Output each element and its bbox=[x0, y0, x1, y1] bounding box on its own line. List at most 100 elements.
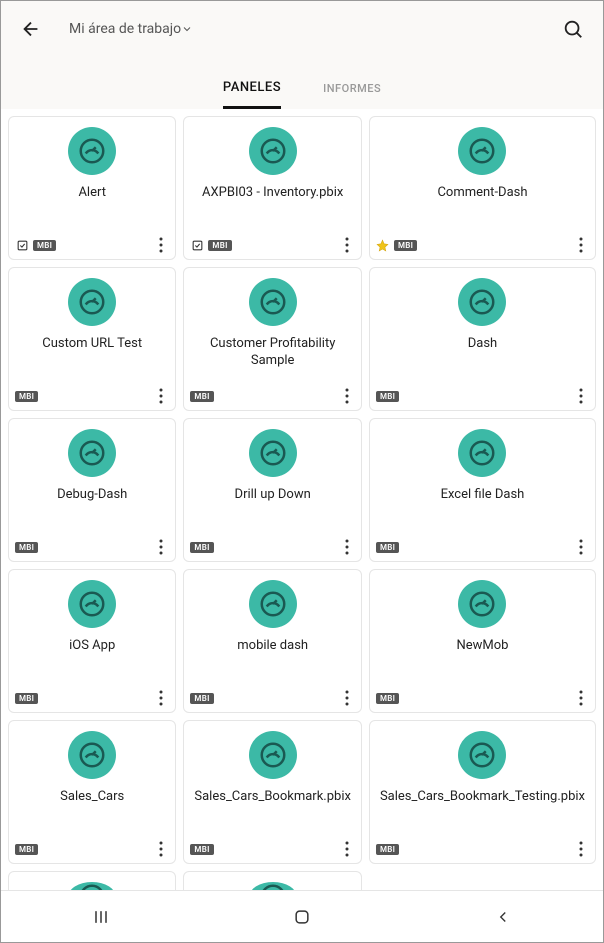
gauge-icon-graphic bbox=[77, 740, 107, 770]
card-footer: MBI bbox=[15, 537, 169, 557]
card-title: NewMob bbox=[452, 638, 512, 655]
tab-informes[interactable]: INFORMES bbox=[323, 82, 381, 109]
search-icon bbox=[562, 18, 584, 40]
more-button[interactable] bbox=[573, 235, 589, 255]
recents-nav-button[interactable] bbox=[81, 897, 121, 937]
dashboard-card[interactable]: Customer Profitability Sample MBI bbox=[183, 267, 362, 411]
dashboard-card[interactable]: Custom URL Test MBI bbox=[8, 267, 176, 411]
more-button[interactable] bbox=[573, 537, 589, 557]
workspace-dropdown[interactable]: Mi área de trabajo bbox=[69, 21, 559, 37]
dashboard-card[interactable]: Alert MBI bbox=[8, 116, 176, 260]
favorite-star bbox=[376, 238, 390, 252]
gauge-icon bbox=[249, 127, 297, 175]
back-button[interactable] bbox=[17, 15, 45, 43]
more-button[interactable] bbox=[573, 839, 589, 859]
dashboard-card[interactable]: Sales_Cars MBI bbox=[8, 720, 176, 864]
more-button[interactable] bbox=[573, 688, 589, 708]
dashboard-card[interactable]: Debug-Dash MBI bbox=[8, 418, 176, 562]
gauge-icon-graphic bbox=[467, 287, 497, 317]
more-button[interactable] bbox=[339, 537, 355, 557]
gauge-icon-graphic bbox=[467, 438, 497, 468]
card-footer: MBI bbox=[190, 386, 355, 406]
sensitivity-badge bbox=[190, 238, 204, 252]
mbi-badge: MBI bbox=[15, 391, 38, 402]
more-button[interactable] bbox=[339, 688, 355, 708]
dashboard-card[interactable]: Sales_Cars_Bookmark.pbix MBI bbox=[183, 720, 362, 864]
dashboard-card[interactable]: iOS App MBI bbox=[8, 569, 176, 713]
mbi-badge: MBI bbox=[15, 693, 38, 704]
more-button[interactable] bbox=[153, 386, 169, 406]
gauge-icon-graphic bbox=[467, 136, 497, 166]
more-icon bbox=[345, 539, 349, 555]
gauge-icon-graphic bbox=[258, 136, 288, 166]
card-badges: MBI bbox=[15, 542, 38, 553]
more-icon bbox=[345, 388, 349, 404]
mbi-badge: MBI bbox=[376, 693, 399, 704]
home-nav-button[interactable] bbox=[282, 897, 322, 937]
mbi-badge: MBI bbox=[15, 844, 38, 855]
more-button[interactable] bbox=[153, 537, 169, 557]
gauge-icon bbox=[249, 429, 297, 477]
more-button[interactable] bbox=[339, 386, 355, 406]
dashboard-card[interactable]: mobile dash MBI bbox=[183, 569, 362, 713]
sensitivity-icon bbox=[16, 239, 29, 252]
home-icon bbox=[292, 907, 312, 927]
dashboard-card[interactable]: NewMob MBI bbox=[369, 569, 596, 713]
tab-paneles[interactable]: PANELES bbox=[223, 80, 281, 109]
mbi-badge: MBI bbox=[376, 844, 399, 855]
gauge-icon-graphic bbox=[77, 589, 107, 619]
card-badges: MBI bbox=[376, 391, 399, 402]
dashboard-card[interactable]: Excel file Dash MBI bbox=[369, 418, 596, 562]
more-icon bbox=[159, 690, 163, 706]
gauge-icon-graphic bbox=[77, 136, 107, 166]
card-badges: MBI bbox=[190, 844, 213, 855]
dashboard-card-partial[interactable] bbox=[8, 871, 176, 890]
more-icon bbox=[159, 237, 163, 253]
tabs-bar: PANELES INFORMES bbox=[1, 57, 603, 109]
gauge-icon-graphic bbox=[467, 589, 497, 619]
more-button[interactable] bbox=[339, 839, 355, 859]
gauge-icon-graphic bbox=[77, 882, 107, 890]
card-badges: MBI bbox=[15, 844, 38, 855]
card-badges: MBI bbox=[15, 693, 38, 704]
gauge-icon-graphic bbox=[77, 438, 107, 468]
card-title: Sales_Cars_Bookmark_Testing.pbix bbox=[376, 789, 589, 806]
card-badges: MBI bbox=[190, 693, 213, 704]
card-footer: MBI bbox=[190, 688, 355, 708]
more-button[interactable] bbox=[153, 839, 169, 859]
gauge-icon bbox=[458, 278, 506, 326]
gauge-icon-graphic bbox=[77, 287, 107, 317]
search-button[interactable] bbox=[559, 15, 587, 43]
dashboard-card-partial[interactable] bbox=[183, 871, 362, 890]
dashboard-card[interactable]: Comment-Dash MBI bbox=[369, 116, 596, 260]
more-button[interactable] bbox=[339, 235, 355, 255]
gauge-icon bbox=[68, 429, 116, 477]
system-nav-bar bbox=[1, 890, 603, 942]
dashboard-card[interactable]: Dash MBI bbox=[369, 267, 596, 411]
more-icon bbox=[579, 237, 583, 253]
gauge-icon bbox=[68, 882, 116, 890]
dashboard-card[interactable]: AXPBI03 - Inventory.pbix MBI bbox=[183, 116, 362, 260]
more-icon bbox=[345, 690, 349, 706]
more-button[interactable] bbox=[573, 386, 589, 406]
mbi-badge: MBI bbox=[190, 391, 213, 402]
card-title: Sales_Cars_Bookmark.pbix bbox=[190, 789, 355, 806]
more-button[interactable] bbox=[153, 235, 169, 255]
sensitivity-badge bbox=[15, 238, 29, 252]
gauge-icon bbox=[68, 278, 116, 326]
gauge-icon bbox=[249, 731, 297, 779]
card-footer: MBI bbox=[190, 235, 355, 255]
mbi-badge: MBI bbox=[33, 240, 56, 251]
card-footer: MBI bbox=[15, 235, 169, 255]
gauge-icon bbox=[249, 278, 297, 326]
card-footer: MBI bbox=[376, 839, 589, 859]
back-nav-button[interactable] bbox=[483, 897, 523, 937]
more-button[interactable] bbox=[153, 688, 169, 708]
gauge-icon bbox=[249, 882, 297, 890]
dashboard-card[interactable]: Sales_Cars_Bookmark_Testing.pbix MBI bbox=[369, 720, 596, 864]
card-badges: MBI bbox=[190, 238, 231, 252]
card-title: Drill up Down bbox=[231, 487, 315, 504]
gauge-icon-graphic bbox=[258, 287, 288, 317]
dashboard-card[interactable]: Drill up Down MBI bbox=[183, 418, 362, 562]
card-footer: MBI bbox=[190, 839, 355, 859]
